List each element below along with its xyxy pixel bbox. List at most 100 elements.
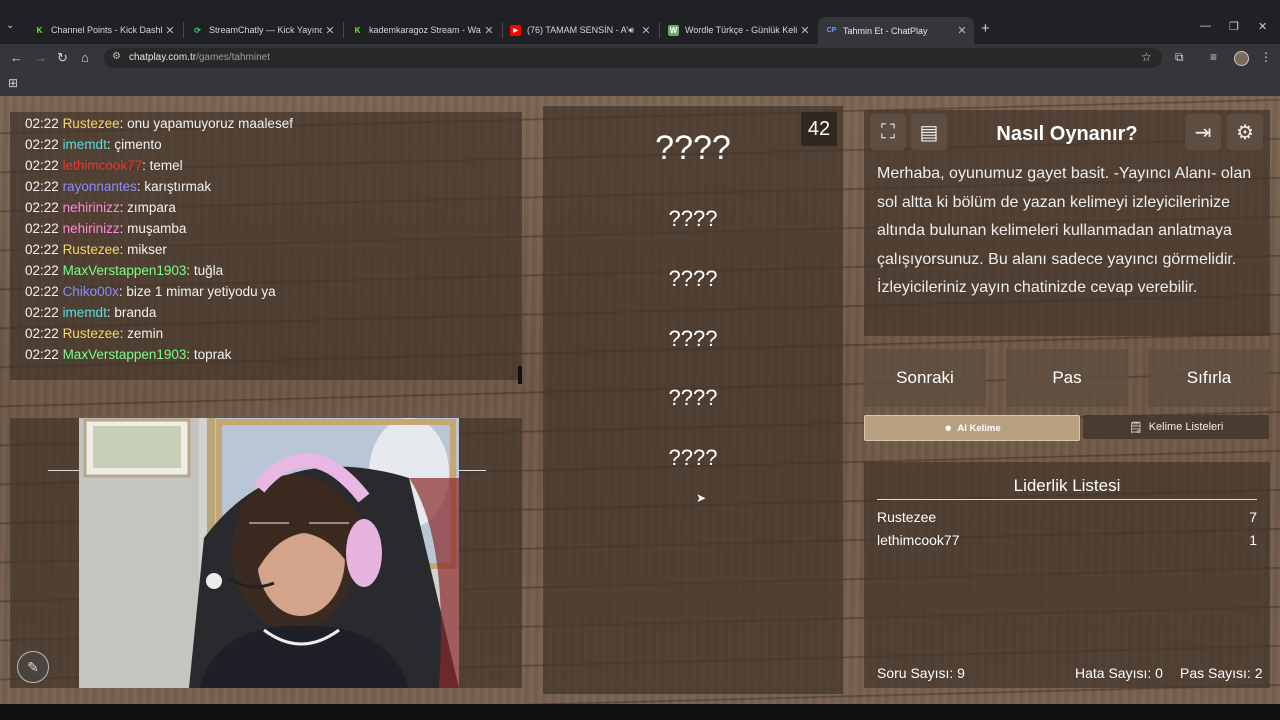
chat-text: : temel: [142, 158, 183, 173]
player-score: 7: [1249, 509, 1257, 525]
chat-panel: 02:22 Rustezee: onu yapamuyoruz maalesef…: [10, 112, 522, 380]
close-icon[interactable]: ✕: [797, 24, 813, 37]
chat-time: 02:22: [25, 158, 59, 173]
chat-text: : tuğla: [186, 263, 224, 278]
hidden-word: ????: [668, 326, 718, 351]
question-count: Soru Sayısı: 9: [877, 665, 965, 681]
next-button[interactable]: Sonraki: [864, 349, 986, 407]
word-lists-label: Kelime Listeleri: [1148, 421, 1224, 433]
robot-icon: ☻: [943, 422, 954, 434]
chatplay-icon: CP: [826, 27, 837, 34]
forward-arrow-icon[interactable]: →: [34, 50, 47, 65]
leaderboard-row: Rustezee 7: [877, 509, 1257, 525]
apps-grid-icon[interactable]: ⊞: [8, 76, 18, 90]
reset-button[interactable]: Sıfırla: [1148, 349, 1270, 407]
chat-text: : muşamba: [119, 221, 187, 236]
close-icon[interactable]: ✕: [162, 24, 178, 37]
new-tab-plus-icon[interactable]: +: [981, 20, 990, 37]
countdown-timer: 42: [801, 112, 837, 146]
chat-text: : branda: [106, 305, 157, 320]
hidden-word: ????: [668, 206, 718, 231]
chat-scrollbar[interactable]: [518, 366, 522, 384]
edit-pencil-icon[interactable]: ✎: [17, 651, 49, 683]
tab-kademkaragoz[interactable]: K kademkaragoz Stream - Watch ✕: [344, 18, 501, 42]
tab-youtube[interactable]: ▶ (76) TAMAM SENSİN - AYDIN 🔊︎ ✕: [502, 18, 658, 42]
chat-message: 02:22 nehirinizz: muşamba: [25, 221, 186, 236]
divider: [459, 470, 486, 471]
tab-wordle[interactable]: W Wordle Türkçe - Günlük Kelime ✕: [660, 18, 817, 42]
chat-username: Rustezee: [62, 326, 120, 341]
profile-avatar[interactable]: [1234, 51, 1249, 66]
player-name: Rustezee: [877, 509, 937, 525]
chat-message: 02:22 imemdt: çimento: [25, 137, 162, 152]
chat-message: 02:22 Rustezee: zemin: [25, 326, 163, 341]
chat-username: MaxVerstappen1903: [62, 347, 187, 362]
chat-time: 02:22: [25, 137, 59, 152]
divider: [48, 470, 80, 471]
back-arrow-icon[interactable]: ←: [10, 50, 23, 65]
pass-count: Pas Sayısı: 2: [1180, 665, 1263, 681]
bottom-strip: [0, 704, 1280, 720]
hidden-word: ????: [668, 385, 718, 410]
chat-time: 02:22: [25, 326, 59, 341]
chat-message: 02:22 MaxVerstappen1903: toprak: [25, 347, 231, 362]
chat-time: 02:22: [25, 284, 59, 299]
media-controls-icon[interactable]: ≡: [1210, 50, 1217, 64]
error-count: Hata Sayısı: 0: [1075, 665, 1163, 681]
site-info-icon[interactable]: ⚙: [112, 51, 121, 62]
chat-username: Chiko00x: [62, 284, 119, 299]
ai-word-button[interactable]: ☻ AI Kelime: [864, 415, 1080, 441]
chat-username: Rustezee: [62, 242, 120, 257]
close-icon[interactable]: ✕: [638, 24, 654, 37]
extensions-icon[interactable]: ⧉: [1175, 50, 1184, 65]
menu-kebab-icon[interactable]: ⋮: [1260, 50, 1272, 64]
chat-message: 02:22 MaxVerstappen1903: tuğla: [25, 263, 223, 278]
close-icon[interactable]: ✕: [954, 24, 970, 37]
chat-message: 02:22 Rustezee: onu yapamuyoruz maalesef: [25, 116, 293, 131]
word-lists-button[interactable]: 🗒︎ Kelime Listeleri: [1083, 415, 1269, 439]
game-page: 02:22 Rustezee: onu yapamuyoruz maalesef…: [0, 96, 1280, 704]
chat-time: 02:22: [25, 347, 59, 362]
chat-time: 02:22: [25, 116, 59, 131]
chat-message: 02:22 nehirinizz: zımpara: [25, 200, 176, 215]
chat-text: : zımpara: [119, 200, 176, 215]
webcam-image: [79, 418, 459, 688]
chat-message: 02:22 Chiko00x: bize 1 mimar yetiyodu ya: [25, 284, 276, 299]
tab-chatplay[interactable]: CP Tahmin Et - ChatPlay ✕: [818, 17, 974, 44]
hidden-word: ????: [668, 445, 718, 470]
kick-icon: K: [354, 25, 361, 35]
webcam-feed: [79, 418, 459, 688]
url-host: chatplay.com.tr: [129, 52, 197, 63]
tab-title: (76) TAMAM SENSİN - AYDIN: [527, 25, 628, 35]
bookmark-star-icon[interactable]: ☆: [1141, 50, 1152, 64]
chat-username: rayonnantes: [62, 179, 137, 194]
youtube-icon: ▶: [510, 24, 521, 36]
pass-button[interactable]: Pas: [1006, 349, 1128, 407]
exit-icon[interactable]: ⇥: [1185, 114, 1221, 150]
close-icon[interactable]: ✕: [481, 24, 497, 37]
settings-gear-icon[interactable]: ⚙: [1227, 114, 1263, 150]
chat-username: nehirinizz: [62, 221, 120, 236]
tab-title: StreamChatly — Kick Yayıncıları: [209, 25, 322, 35]
tab-kick-dashboard[interactable]: K Channel Points - Kick Dashboar ✕: [26, 18, 182, 42]
tab-title: Wordle Türkçe - Günlük Kelime: [685, 25, 797, 35]
restore-icon[interactable]: ❐: [1229, 20, 1239, 33]
url-path: /games/tahminet: [196, 52, 270, 63]
tab-search-chevron-icon[interactable]: ⌄: [6, 20, 14, 31]
player-name: lethimcook77: [877, 532, 960, 548]
tab-title: Channel Points - Kick Dashboar: [51, 25, 162, 35]
chat-text: : mikser: [119, 242, 167, 257]
close-window-icon[interactable]: ✕: [1258, 20, 1267, 33]
chat-username: imemdt: [62, 305, 107, 320]
speaker-icon[interactable]: 🔊︎: [628, 25, 634, 36]
tab-streamchatly[interactable]: ⟳ StreamChatly — Kick Yayıncıları ✕: [184, 18, 342, 42]
url-text[interactable]: chatplay.com.tr/games/tahminet: [129, 52, 270, 63]
bookmarks-bar: [0, 72, 1280, 97]
chat-text: : toprak: [186, 347, 232, 362]
close-icon[interactable]: ✕: [322, 24, 338, 37]
reload-icon[interactable]: ↻: [57, 50, 68, 66]
chat-username: imemdt: [62, 137, 107, 152]
tab-title: Tahmin Et - ChatPlay: [843, 25, 928, 36]
minimize-icon[interactable]: —: [1200, 20, 1211, 32]
home-icon[interactable]: ⌂: [81, 50, 89, 65]
